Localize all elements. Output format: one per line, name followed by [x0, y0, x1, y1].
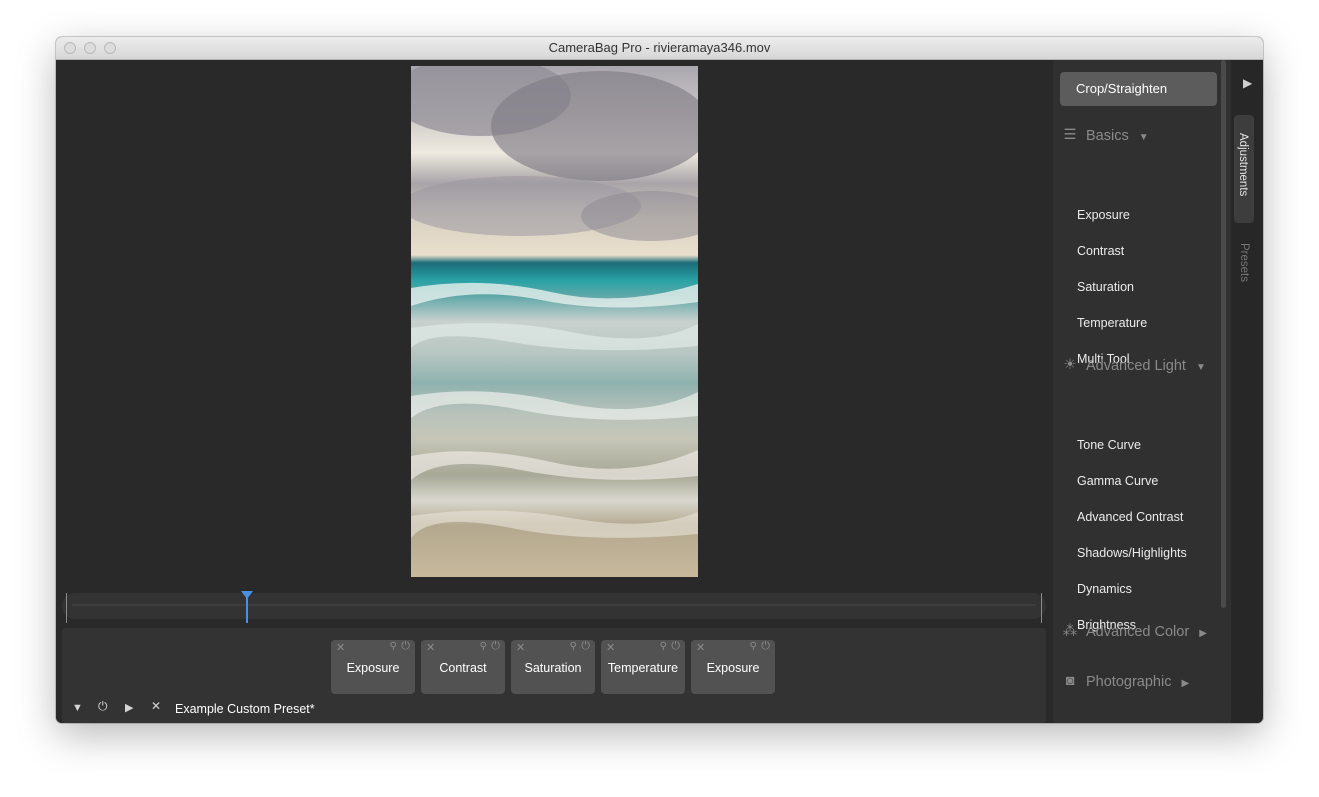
video-frame-image — [411, 66, 698, 538]
adjustment-temperature[interactable]: Temperature — [1077, 316, 1147, 330]
window-title: CameraBag Pro - rivieramaya346.mov — [548, 40, 771, 55]
timeline-scrubber[interactable] — [62, 591, 1046, 623]
side-tabs: ▶ Adjustments Presets — [1231, 60, 1263, 723]
adjustment-shadows-highlights[interactable]: Shadows/Highlights — [1077, 546, 1187, 560]
pin-icon[interactable]: ⚲ — [570, 641, 577, 652]
timeline-playhead[interactable] — [240, 591, 253, 623]
playhead-marker-icon — [240, 591, 253, 599]
remove-layer-icon[interactable]: ✕ — [426, 641, 435, 654]
main-area: ✕ ⚲ ⏻ Exposure ✕ ⚲ ⏻ Contrast ✕ ⚲ ⏻ Satu… — [56, 60, 1053, 723]
sun-icon: ☀ — [1063, 357, 1077, 373]
adjustment-saturation[interactable]: Saturation — [1077, 280, 1134, 294]
chevron-down-icon: ▼ — [1196, 362, 1206, 373]
power-icon[interactable]: ⏻ — [401, 640, 410, 653]
collapse-stack-icon[interactable]: ▼ — [72, 702, 83, 714]
tab-adjustments[interactable]: Adjustments — [1234, 115, 1254, 223]
section-title: Photographic — [1086, 674, 1172, 690]
layer-label: Exposure — [706, 661, 760, 675]
panel-scrollbar[interactable] — [1221, 60, 1226, 608]
stack-power-icon[interactable]: ⏻ — [98, 699, 108, 714]
layer-card[interactable]: ✕ ⚲ ⏻ Exposure — [691, 640, 775, 694]
adjustment-tone-curve[interactable]: Tone Curve — [1077, 438, 1141, 452]
app-window: CameraBag Pro - rivieramaya346.mov ✕ ⚲ ⏻… — [56, 37, 1263, 723]
preset-name[interactable]: Example Custom Preset* — [175, 702, 315, 716]
title-bar: CameraBag Pro - rivieramaya346.mov — [56, 37, 1263, 60]
tab-adjustments-label: Adjustments — [1237, 133, 1249, 197]
section-title: Basics — [1086, 128, 1129, 144]
layer-label: Exposure — [346, 661, 400, 675]
clear-stack-icon[interactable]: ✕ — [151, 699, 161, 713]
adjustment-gamma-curve[interactable]: Gamma Curve — [1077, 474, 1158, 488]
remove-layer-icon[interactable]: ✕ — [696, 641, 705, 654]
layer-card[interactable]: ✕ ⚲ ⏻ Contrast — [421, 640, 505, 694]
layer-card[interactable]: ✕ ⚲ ⏻ Temperature — [601, 640, 685, 694]
zoom-window-button[interactable] — [104, 42, 116, 54]
layer-card[interactable]: ✕ ⚲ ⏻ Exposure — [331, 640, 415, 694]
power-icon[interactable]: ⏻ — [761, 640, 770, 653]
collapse-panel-icon[interactable]: ▶ — [1243, 76, 1252, 90]
power-icon[interactable]: ⏻ — [491, 640, 500, 653]
adjustment-stack: ✕ ⚲ ⏻ Exposure ✕ ⚲ ⏻ Contrast ✕ ⚲ ⏻ Satu… — [62, 628, 1046, 723]
close-window-button[interactable] — [64, 42, 76, 54]
play-icon[interactable]: ▶ — [125, 701, 133, 714]
layer-card[interactable]: ✕ ⚲ ⏻ Saturation — [511, 640, 595, 694]
crop-straighten-button[interactable]: Crop/Straighten — [1060, 72, 1217, 106]
adjustment-contrast[interactable]: Contrast — [1077, 244, 1124, 258]
section-title: Advanced Color — [1086, 624, 1190, 640]
adjustment-exposure[interactable]: Exposure — [1077, 208, 1130, 222]
pin-icon[interactable]: ⚲ — [660, 641, 667, 652]
timeline-start-handle[interactable] — [66, 593, 67, 623]
camera-icon: ◙ — [1065, 673, 1075, 689]
remove-layer-icon[interactable]: ✕ — [336, 641, 345, 654]
pin-icon[interactable]: ⚲ — [390, 641, 397, 652]
timeline-end-handle[interactable] — [1041, 593, 1042, 623]
chevron-right-icon: ▶ — [1199, 628, 1207, 639]
adjustment-dynamics[interactable]: Dynamics — [1077, 582, 1132, 596]
remove-layer-icon[interactable]: ✕ — [516, 641, 525, 654]
adjustments-panel: Crop/Straighten ☰ Basics ▼ Exposure Cont… — [1053, 60, 1231, 723]
power-icon[interactable]: ⏻ — [581, 640, 590, 653]
layer-label: Temperature — [607, 661, 679, 675]
section-title: Advanced Light — [1086, 358, 1186, 374]
minimize-window-button[interactable] — [84, 42, 96, 54]
chevron-down-icon: ▼ — [1138, 132, 1149, 143]
power-icon[interactable]: ⏻ — [671, 640, 680, 653]
pin-icon[interactable]: ⚲ — [480, 641, 487, 652]
video-preview[interactable] — [411, 66, 698, 577]
color-circles-icon: ⁂ — [1062, 623, 1078, 639]
chevron-right-icon: ▶ — [1181, 678, 1190, 689]
adjustment-advanced-contrast[interactable]: Advanced Contrast — [1077, 510, 1183, 524]
timeline-track — [72, 604, 1036, 606]
tab-presets[interactable]: Presets — [1238, 243, 1250, 282]
layer-label: Saturation — [524, 661, 582, 675]
remove-layer-icon[interactable]: ✕ — [606, 641, 615, 654]
sliders-icon: ☰ — [1063, 127, 1077, 143]
pin-icon[interactable]: ⚲ — [750, 641, 757, 652]
layer-label: Contrast — [439, 661, 487, 675]
